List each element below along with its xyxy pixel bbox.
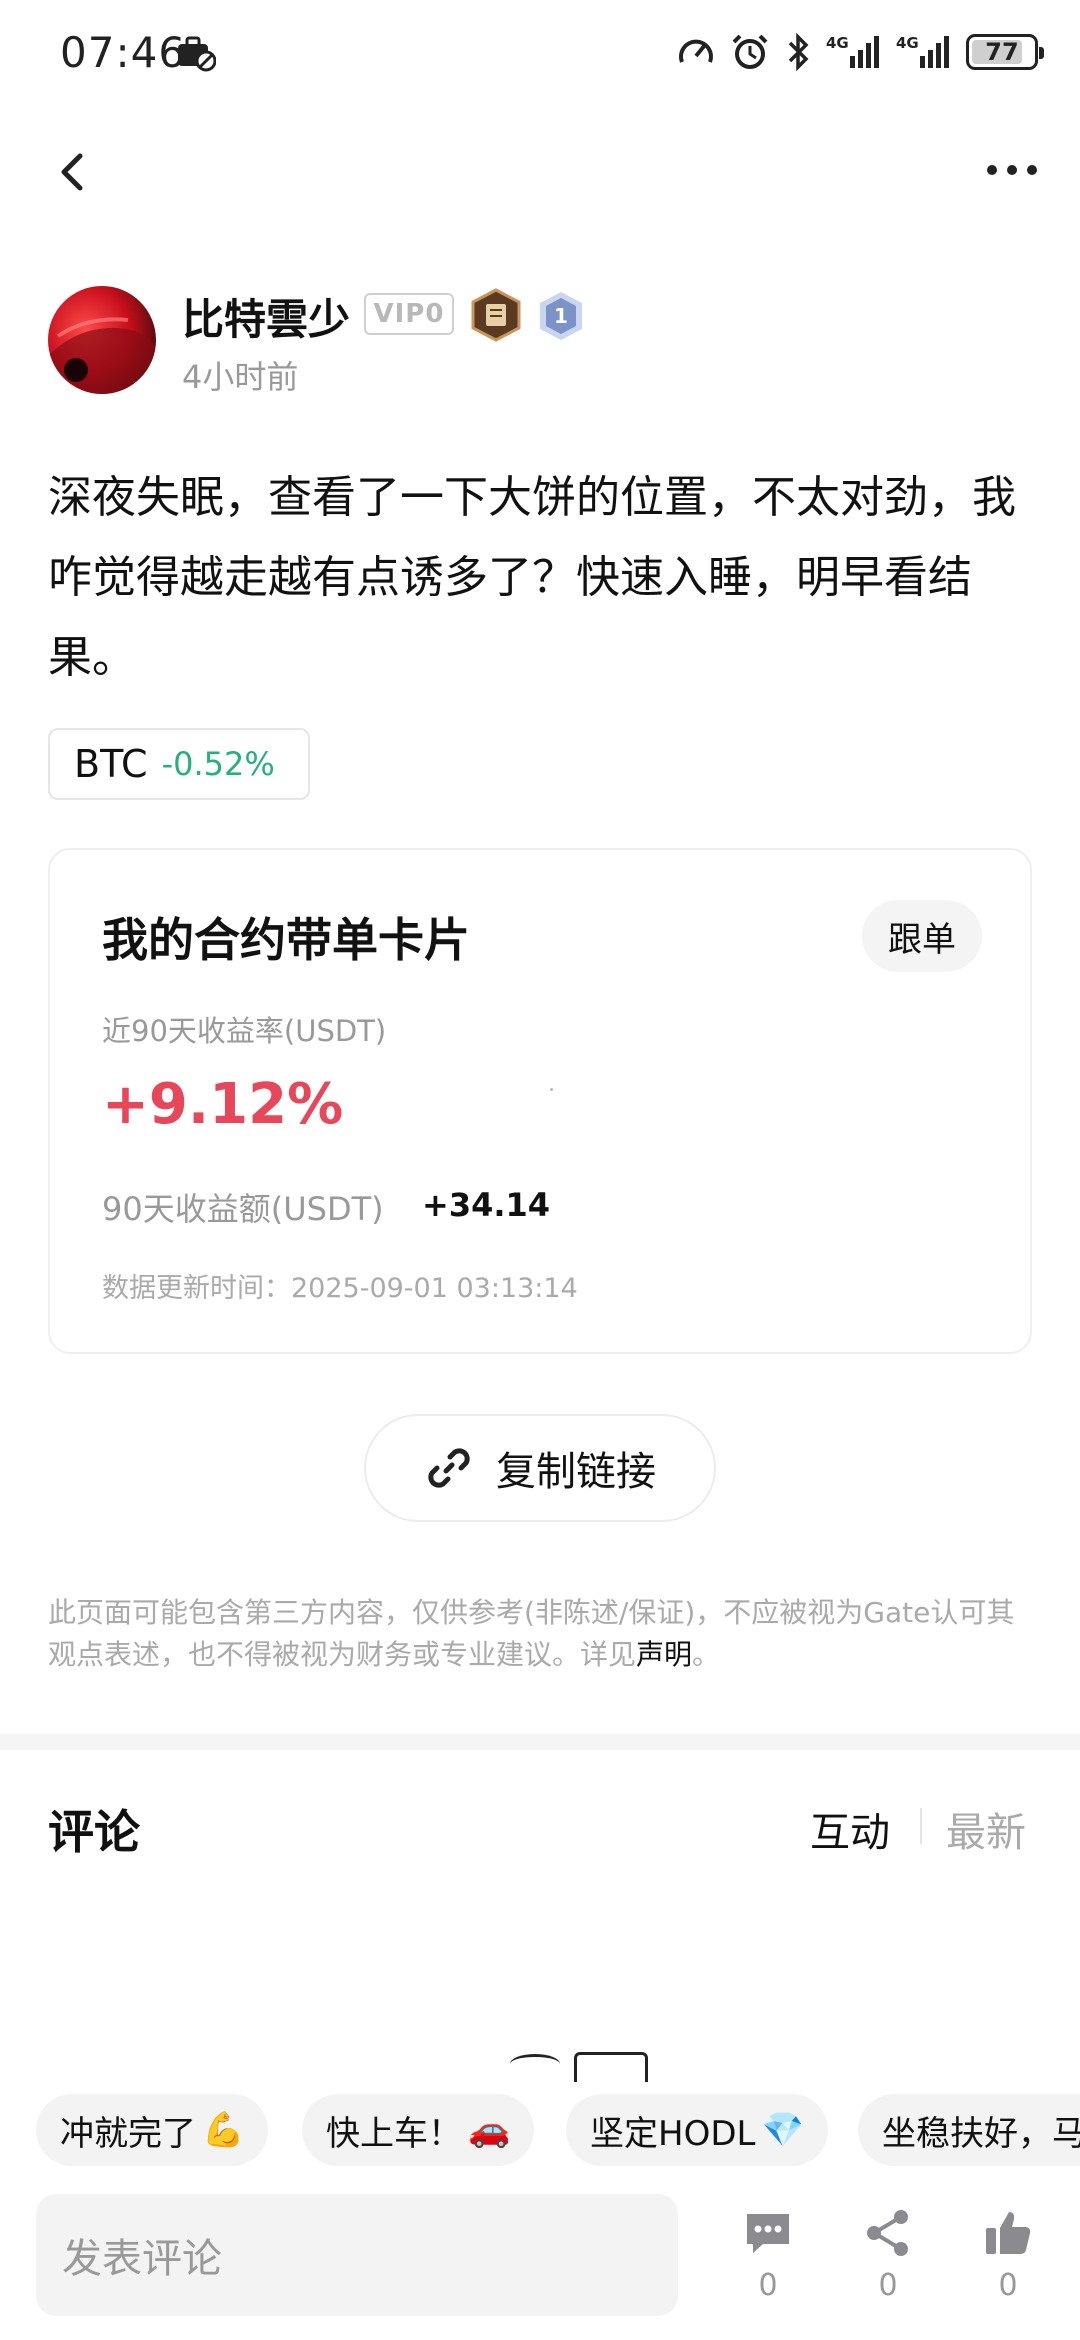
quick-reply-text: 坐稳扶好，马 xyxy=(882,2113,1080,2154)
back-button[interactable] xyxy=(50,148,98,196)
quick-reply-chip[interactable]: 坚定HODL 💎 xyxy=(566,2094,828,2166)
comment-action[interactable]: 0 xyxy=(728,2206,808,2316)
sort-interaction-tab[interactable]: 互动 xyxy=(810,1800,890,1858)
rate-label: 近90天收益率(USDT) xyxy=(102,1014,387,1048)
author-avatar[interactable] xyxy=(48,286,156,394)
quick-reply-chip[interactable]: 冲就完了 💪 xyxy=(36,2094,269,2166)
post-body: 深夜失眠，查看了一下大饼的位置，不太对劲，我咋觉得越走越有点诱多了？快速入睡，明… xyxy=(48,472,1016,683)
gem-emoji-icon: 💎 xyxy=(761,2110,804,2150)
bluetooth-icon xyxy=(788,32,809,72)
empty-state-illustration xyxy=(510,2054,560,2074)
status-icons: 4G 4G 77 xyxy=(676,30,1044,74)
author-name[interactable]: 比特雲少 xyxy=(182,286,350,347)
quick-reply-chip[interactable]: 快上车！ 🚗 xyxy=(302,2094,535,2166)
comments-title: 评论 xyxy=(48,1805,140,1859)
chart-dot xyxy=(550,1088,553,1091)
alarm-icon xyxy=(732,34,768,69)
rate-value: +9.12% xyxy=(102,1072,344,1137)
coin-symbol: BTC xyxy=(74,742,148,786)
disclaimer-end: 。 xyxy=(692,1638,721,1671)
work-profile-icon xyxy=(178,36,216,72)
quick-reply-text: 快上车！ xyxy=(326,2113,462,2154)
follow-copy-button[interactable]: 跟单 xyxy=(862,900,982,972)
card-title: 我的合约带单卡片 xyxy=(102,913,470,967)
vip-badge: VIP0 xyxy=(364,293,454,335)
comment-icon xyxy=(747,2214,789,2253)
share-count: 0 xyxy=(878,2268,898,2303)
share-action[interactable]: 0 xyxy=(848,2206,928,2316)
car-emoji-icon: 🚗 xyxy=(468,2110,511,2150)
link-icon xyxy=(428,1448,470,1488)
network-label-2: 4G xyxy=(896,34,919,52)
comment-input[interactable]: 发表评论 xyxy=(36,2194,678,2316)
battery-indicator: 77 xyxy=(966,34,1044,70)
battery-level: 77 xyxy=(985,38,1019,66)
updated-label: 数据更新时间： xyxy=(102,1273,291,1304)
status-bar: 07:46 4G 4G 77 xyxy=(0,0,1080,104)
empty-state-illustration-2 xyxy=(574,2052,648,2082)
thumbs-up-icon xyxy=(986,2212,1031,2254)
quick-reply-text: 坚定HODL xyxy=(590,2113,756,2154)
quick-reply-chip[interactable]: 坐稳扶好，马 xyxy=(858,2094,1080,2166)
signal-4g-icon: 4G xyxy=(826,34,879,68)
muscle-emoji-icon: 💪 xyxy=(202,2110,245,2150)
network-label-1: 4G xyxy=(826,34,849,52)
coin-change: -0.52% xyxy=(161,745,275,783)
disclaimer: 此页面可能包含第三方内容，仅供参考(非陈述/保证)，不应被视为Gate认可其观点… xyxy=(48,1592,1028,1676)
amount-label: 90天收益额(USDT) xyxy=(102,1190,384,1228)
signal-4g-icon-2: 4G xyxy=(896,34,949,68)
section-divider xyxy=(0,1734,1080,1750)
updated-time: 数据更新时间：2025-09-01 03:13:14 xyxy=(102,1266,578,1305)
coin-tag[interactable]: BTC -0.52% xyxy=(48,728,310,800)
sort-latest-tab[interactable]: 最新 xyxy=(946,1800,1026,1858)
copy-link-label: 复制链接 xyxy=(496,1449,656,1495)
level-number: 1 xyxy=(554,304,568,328)
copy-link-button[interactable]: 复制链接 xyxy=(364,1414,716,1522)
more-button[interactable] xyxy=(984,150,1040,190)
like-action[interactable]: 0 xyxy=(968,2206,1048,2316)
disclaimer-text: 此页面可能包含第三方内容，仅供参考(非陈述/保证)，不应被视为Gate认可其观点… xyxy=(48,1596,1015,1671)
amount-value: +34.14 xyxy=(422,1186,551,1224)
post-time: 4小时前 xyxy=(182,358,299,396)
status-time: 07:46 xyxy=(60,28,187,77)
level-badge: 1 xyxy=(536,290,586,342)
data-saver-icon xyxy=(679,39,713,63)
like-count: 0 xyxy=(998,2268,1018,2303)
sort-divider xyxy=(920,1808,922,1844)
car-avatar-image xyxy=(48,317,156,394)
level-shield-icon: 1 xyxy=(540,292,582,340)
achievement-badge-icon xyxy=(471,288,521,342)
disclaimer-link[interactable]: 声明 xyxy=(636,1638,692,1671)
share-icon xyxy=(867,2210,908,2256)
copy-trading-card[interactable]: 我的合约带单卡片 跟单 近90天收益率(USDT) +9.12% 90天收益额(… xyxy=(48,848,1032,1354)
comment-count: 0 xyxy=(758,2268,778,2303)
updated-value: 2025-09-01 03:13:14 xyxy=(291,1273,578,1304)
quick-replies: 冲就完了 💪 快上车！ 🚗 坚定HODL 💎 坐稳扶好，马 xyxy=(36,2094,1080,2166)
quick-reply-text: 冲就完了 xyxy=(60,2113,196,2154)
